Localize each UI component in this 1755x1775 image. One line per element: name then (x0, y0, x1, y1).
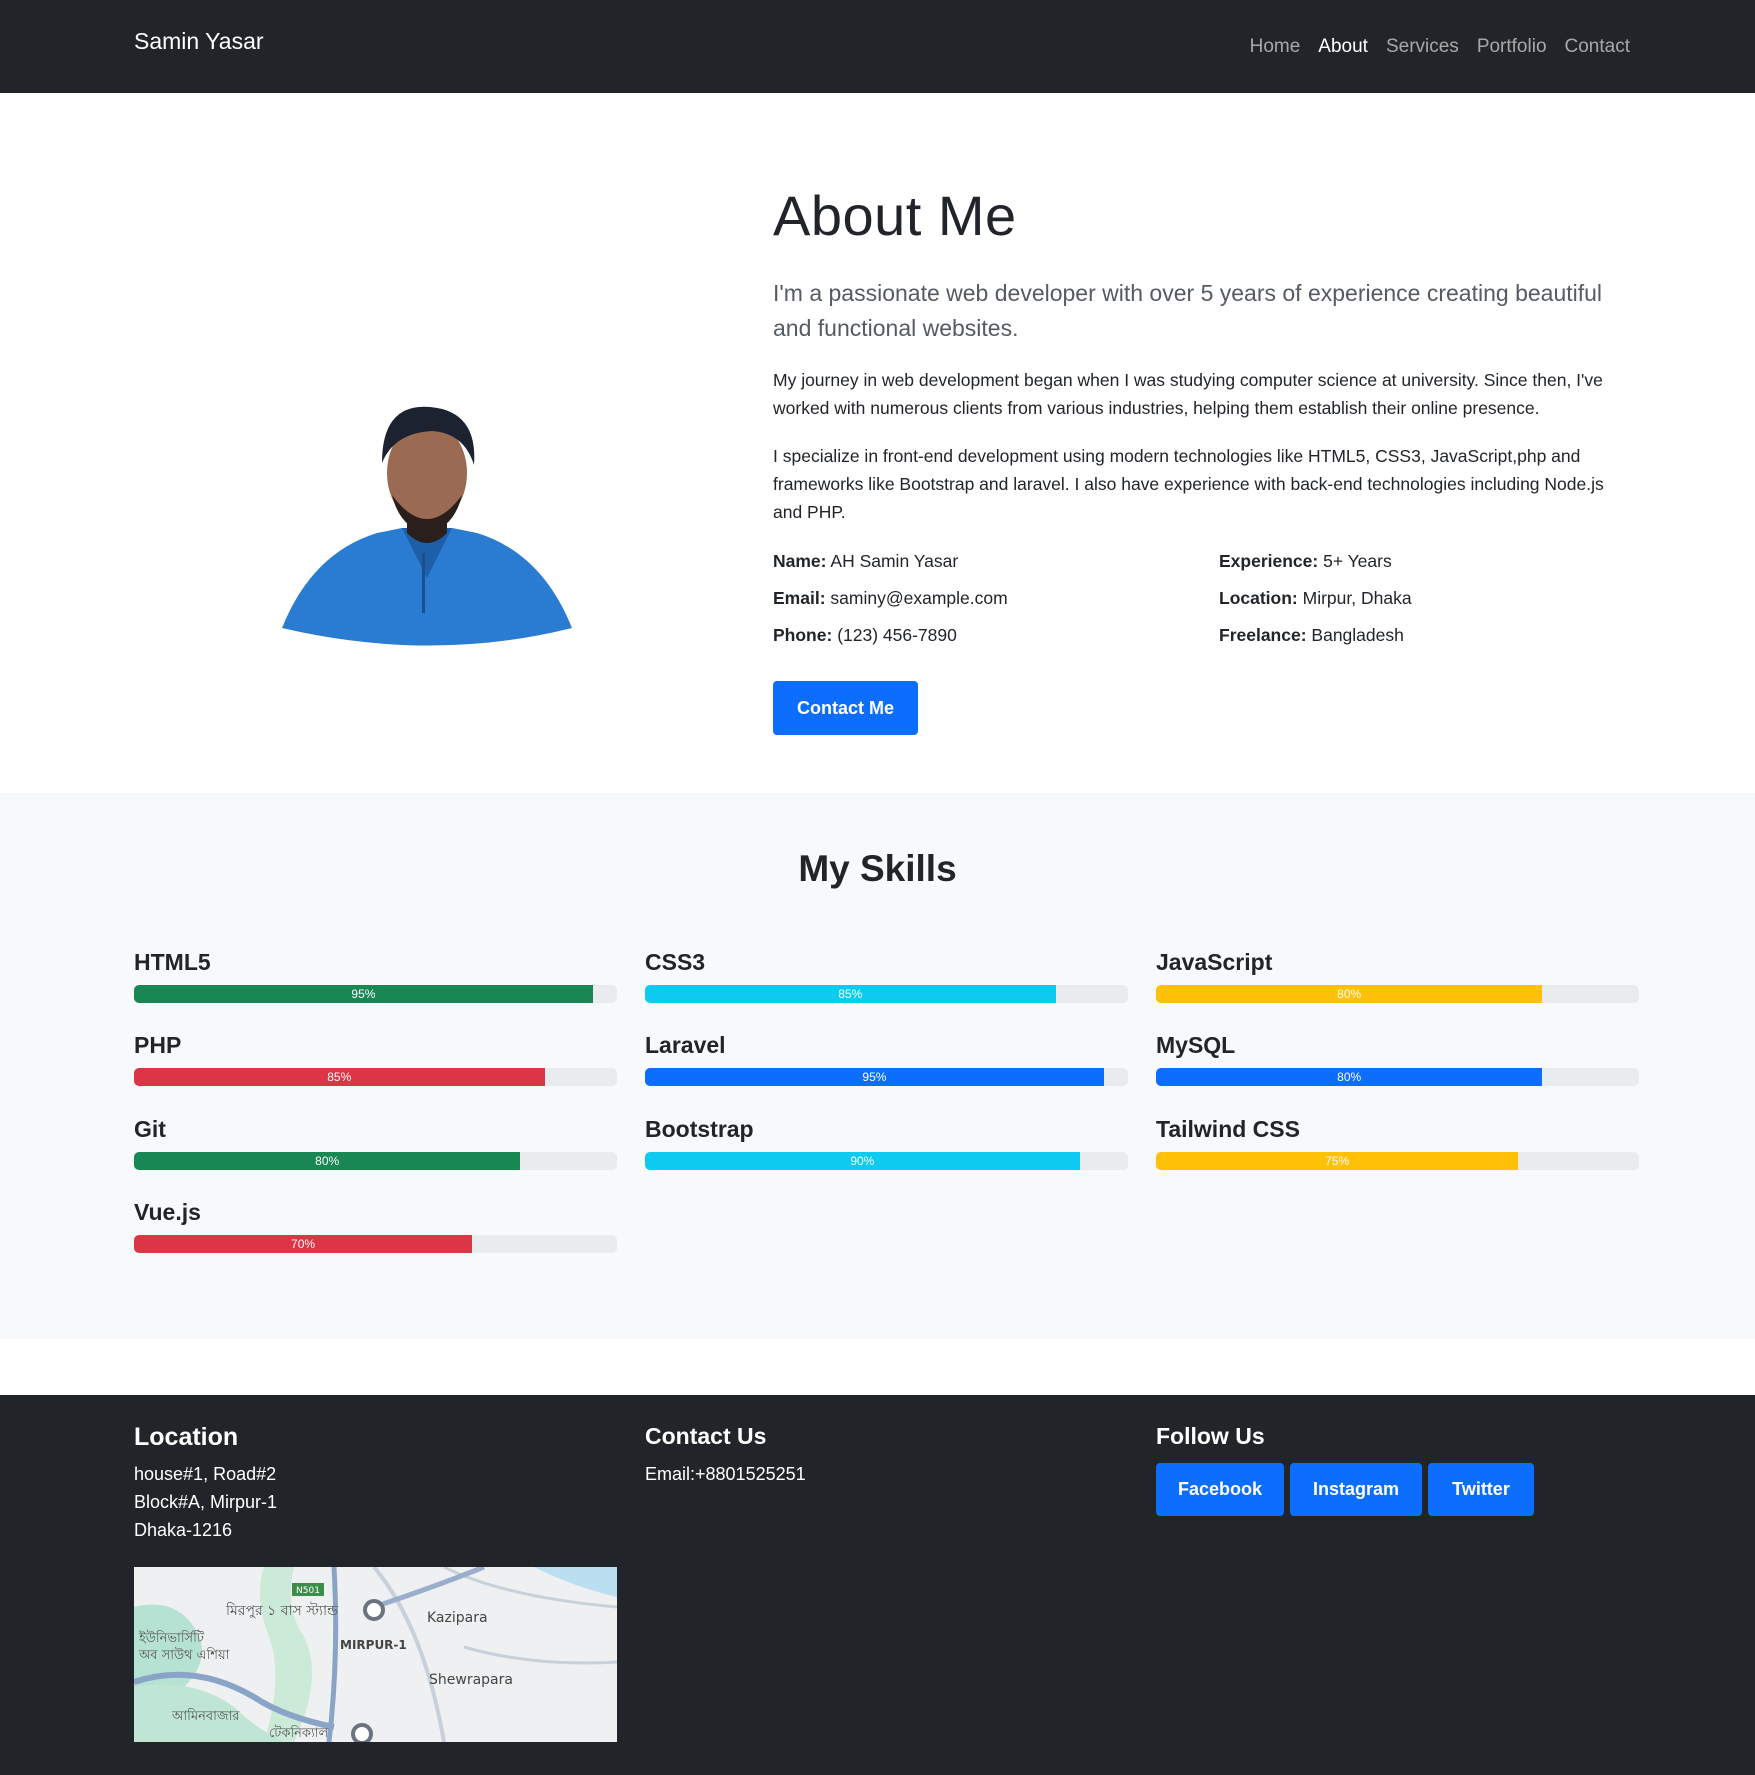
profile-photo (282, 406, 572, 646)
map-label: ইউনিভার্সিটি (138, 1630, 205, 1646)
skill-name: MySQL (1156, 1032, 1236, 1058)
skill-progress-fill: 75% (1156, 1152, 1519, 1170)
skills-section: My Skills HTML5 95% CSS3 85% JavaScript 80% PH… (0, 793, 1755, 1339)
map-label: Kazipara (427, 1610, 488, 1626)
nav-portfolio[interactable]: Portfolio (1477, 36, 1547, 58)
map-label: MIRPUR-1 (340, 1638, 407, 1652)
social-links: Facebook Instagram Twitter (1156, 1463, 1534, 1516)
address-line: Block#A, Mirpur-1 (134, 1492, 278, 1512)
skill-name: CSS3 (645, 949, 706, 975)
navbar: Samin Yasar Home About Services Portfoli… (0, 0, 1755, 93)
skill-progress-bar: 85% (645, 985, 1128, 1003)
info-phone: Phone: (123) 456-7890 (773, 625, 957, 645)
skill-progress-fill: 85% (134, 1068, 545, 1086)
footer-follow: Follow Us Facebook Instagram Twitter (1156, 1423, 1534, 1516)
about-section: About Me I'm a passionate web developer … (0, 93, 1755, 793)
skill-name: Laravel (645, 1032, 726, 1058)
about-lead: I'm a passionate web developer with over… (773, 280, 1603, 341)
skill-progress-bar: 80% (1156, 1068, 1639, 1086)
skill-progress-bar: 90% (645, 1152, 1128, 1170)
skill-item: HTML5 95% (134, 949, 617, 1003)
skill-item: JavaScript 80% (1156, 949, 1639, 1003)
about-content: About Me I'm a passionate web developer … (773, 183, 1623, 735)
info-freelance: Freelance: Bangladesh (1219, 625, 1404, 645)
skill-progress-bar: 85% (134, 1068, 617, 1086)
info-email: Email: saminy@example.com (773, 588, 1008, 608)
skill-progress-fill: 90% (645, 1152, 1080, 1170)
skill-progress-bar: 95% (134, 985, 617, 1003)
skill-progress-bar: 70% (134, 1235, 617, 1253)
skill-item: CSS3 85% (645, 949, 1128, 1003)
about-paragraph-2: I specialize in front-end development us… (773, 446, 1604, 522)
follow-title: Follow Us (1156, 1423, 1265, 1449)
skill-name: Vue.js (134, 1199, 201, 1225)
info-name: Name: AH Samin Yasar (773, 551, 959, 571)
brand-link[interactable]: Samin Yasar (134, 28, 264, 55)
location-title: Location (134, 1423, 239, 1451)
skill-progress-fill: 80% (1156, 1068, 1543, 1086)
map-label: টেকনিক্যাল (269, 1725, 329, 1741)
skill-progress-fill: 80% (134, 1152, 521, 1170)
skill-item: Git 80% (134, 1116, 617, 1170)
about-title: About Me (773, 184, 1017, 247)
skill-name: HTML5 (134, 949, 211, 975)
nav-contact[interactable]: Contact (1565, 36, 1630, 58)
skill-progress-bar: 95% (645, 1068, 1128, 1086)
skill-progress-fill: 70% (134, 1235, 473, 1253)
skill-name: Tailwind CSS (1156, 1116, 1300, 1142)
skill-item: Vue.js 70% (134, 1199, 617, 1253)
skill-name: JavaScript (1156, 949, 1273, 975)
map-label: মিরপুর ১ বাস স্ট্যান্ড (225, 1602, 339, 1619)
skill-progress-fill: 85% (645, 985, 1056, 1003)
twitter-button[interactable]: Twitter (1428, 1463, 1534, 1516)
address-line: house#1, Road#2 (134, 1464, 277, 1484)
skill-progress-fill: 80% (1156, 985, 1543, 1003)
nav-home[interactable]: Home (1250, 36, 1301, 58)
skill-progress-fill: 95% (645, 1068, 1104, 1086)
map-graphic: N501 মিরপুর ১ বাস স্ট্যান্ড Kazipara ইউন… (134, 1567, 617, 1742)
map-label: Shewrapara (429, 1672, 513, 1688)
skill-progress-bar: 80% (1156, 985, 1639, 1003)
personal-info: Name: AH Samin Yasar Experience: 5+ Year… (773, 548, 1623, 649)
map-label: আমিনবাজার (171, 1708, 240, 1724)
skill-item: Bootstrap 90% (645, 1116, 1128, 1170)
skill-name: Git (134, 1116, 166, 1142)
address-line: Dhaka-1216 (134, 1520, 233, 1540)
nav-menu: Home About Services Portfolio Contact (1250, 36, 1630, 58)
skill-item: PHP 85% (134, 1032, 617, 1086)
contact-title: Contact Us (645, 1423, 767, 1449)
skill-name: Bootstrap (645, 1116, 754, 1142)
skill-name: PHP (134, 1032, 182, 1058)
footer-location: Location house#1, Road#2 Block#A, Mirpur… (134, 1423, 277, 1544)
instagram-button[interactable]: Instagram (1290, 1463, 1422, 1516)
skill-progress-bar: 75% (1156, 1152, 1639, 1170)
contact-email: Email:+8801525251 (645, 1464, 806, 1484)
map-label: অব সাউথ এশিয়া (138, 1647, 230, 1663)
skill-progress-bar: 80% (134, 1152, 617, 1170)
nav-services[interactable]: Services (1386, 36, 1459, 58)
footer-contact: Contact Us Email:+8801525251 (645, 1423, 806, 1488)
skills-title: My Skills (798, 848, 957, 889)
info-location: Location: Mirpur, Dhaka (1219, 588, 1412, 608)
info-experience: Experience: 5+ Years (1219, 551, 1392, 571)
facebook-button[interactable]: Facebook (1156, 1463, 1284, 1516)
nav-about[interactable]: About (1318, 36, 1368, 58)
footer: Location house#1, Road#2 Block#A, Mirpur… (0, 1395, 1755, 1775)
location-map[interactable]: N501 মিরপুর ১ বাস স্ট্যান্ড Kazipara ইউন… (134, 1567, 617, 1742)
map-label: N501 (296, 1586, 320, 1596)
contact-me-button[interactable]: Contact Me (773, 681, 918, 735)
skill-progress-fill: 95% (134, 985, 593, 1003)
skill-item: Laravel 95% (645, 1032, 1128, 1086)
about-paragraph-1: My journey in web development began when… (773, 370, 1603, 418)
skill-item: MySQL 80% (1156, 1032, 1639, 1086)
skill-item: Tailwind CSS 75% (1156, 1116, 1639, 1170)
